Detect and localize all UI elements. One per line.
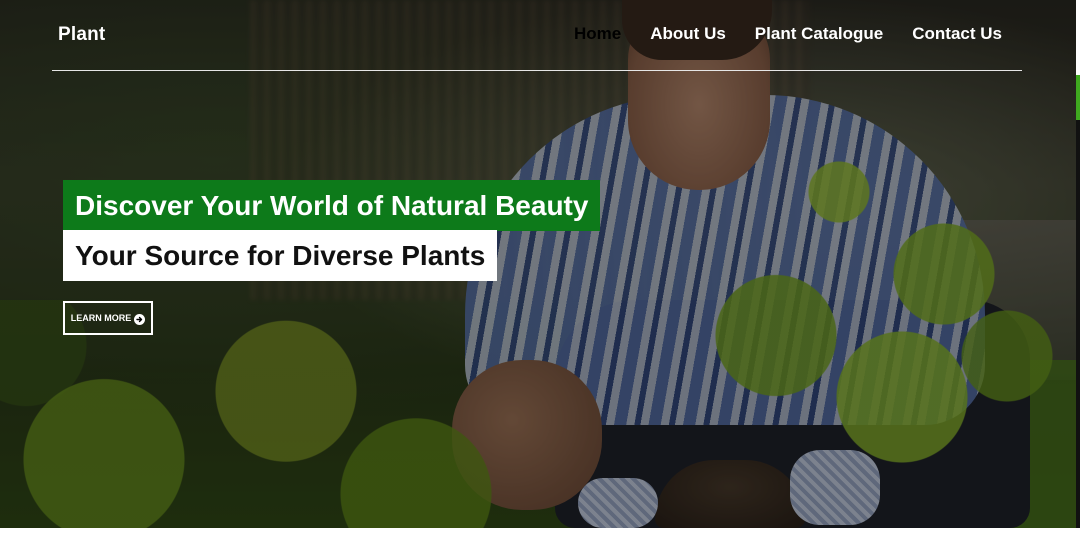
site-logo[interactable]: Plant bbox=[58, 24, 105, 46]
top-navigation: Plant Home About Us Plant Catalogue Cont… bbox=[0, 0, 1076, 72]
scrollbar-track[interactable] bbox=[1076, 120, 1080, 528]
hero-headline-secondary: Your Source for Diverse Plants bbox=[63, 230, 498, 281]
nav-links: Home About Us Plant Catalogue Contact Us bbox=[574, 24, 1002, 44]
nav-link-plant-catalogue[interactable]: Plant Catalogue bbox=[755, 24, 883, 44]
page-bottom-strip bbox=[0, 528, 1080, 537]
arrow-right-circle-icon bbox=[134, 313, 146, 325]
nav-link-home[interactable]: Home bbox=[574, 24, 621, 44]
learn-more-label: LEARN MORE bbox=[70, 313, 132, 323]
scrollbar-thumb[interactable] bbox=[1076, 75, 1080, 120]
learn-more-button[interactable]: LEARN MORE bbox=[63, 301, 153, 335]
nav-divider bbox=[52, 70, 1022, 71]
nav-link-about-us[interactable]: About Us bbox=[650, 24, 726, 44]
hero-headline-primary: Discover Your World of Natural Beauty bbox=[63, 180, 601, 231]
hero-section: Plant Home About Us Plant Catalogue Cont… bbox=[0, 0, 1076, 528]
nav-link-contact-us[interactable]: Contact Us bbox=[912, 24, 1002, 44]
